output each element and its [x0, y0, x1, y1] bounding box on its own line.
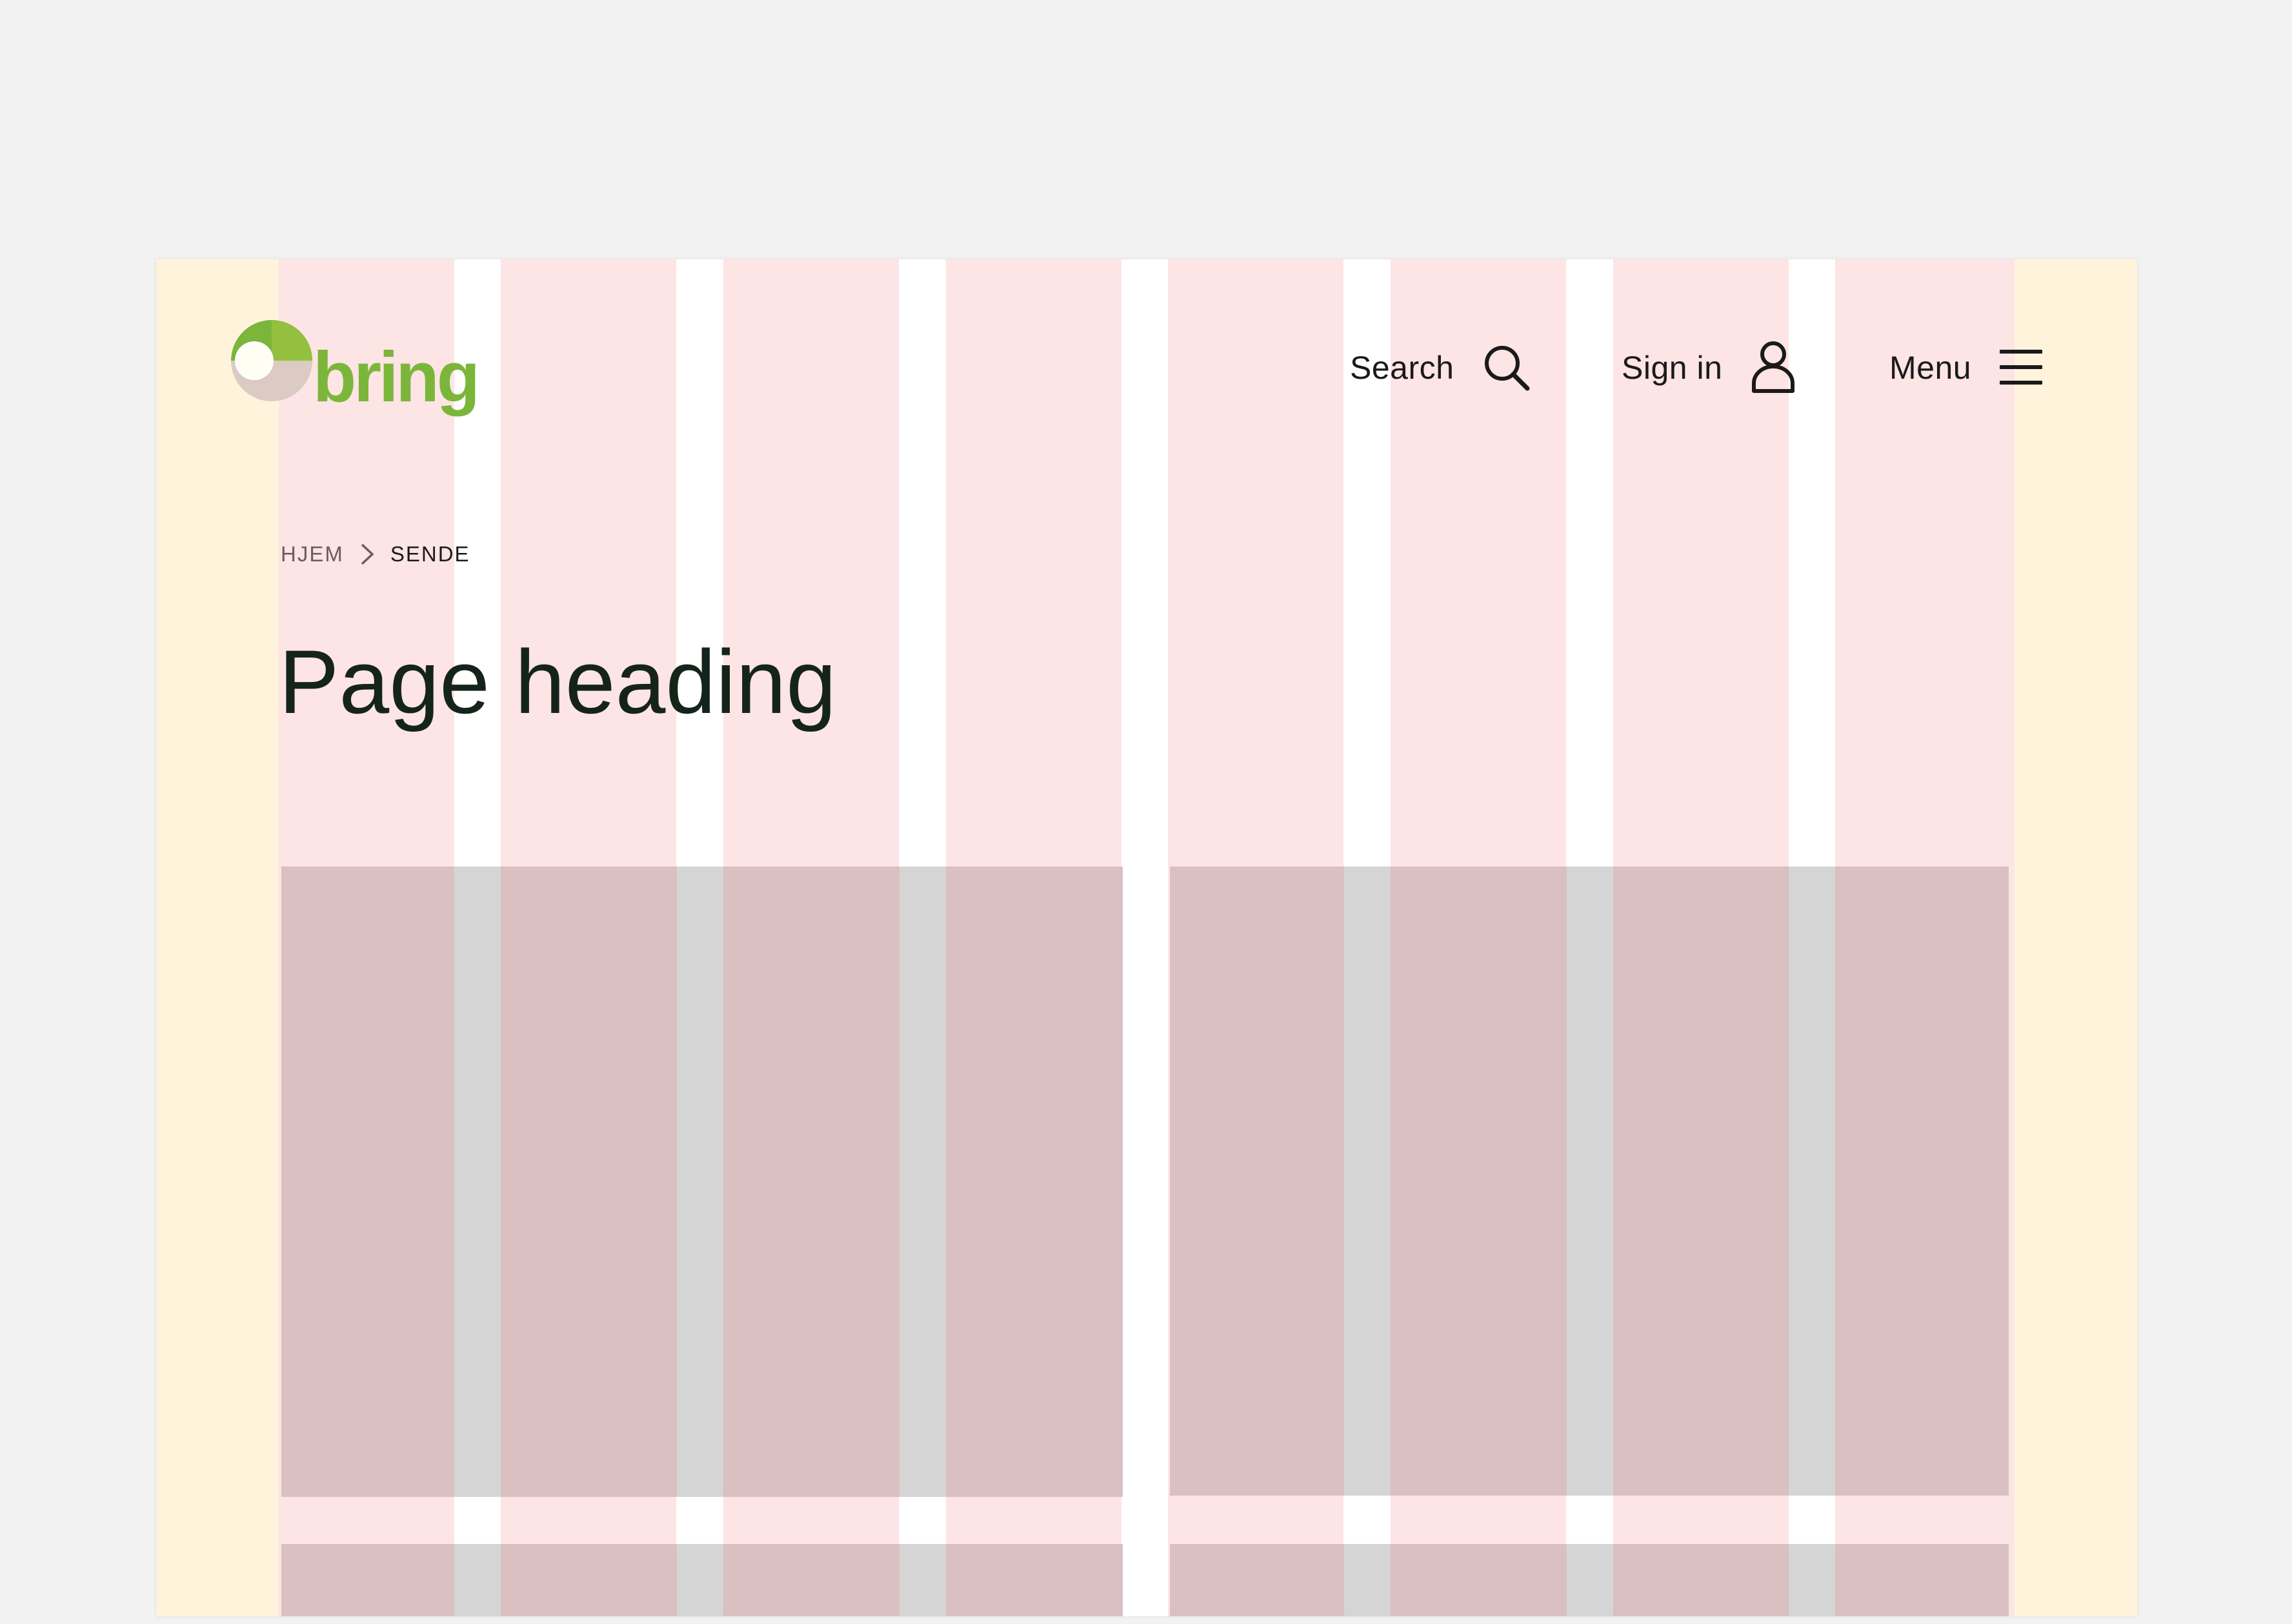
gutter-overlay [1789, 867, 1835, 1496]
search-button[interactable]: Search [1350, 336, 1531, 400]
menu-button[interactable]: Menu [1889, 336, 2044, 400]
gutter-overlay [1789, 1544, 1835, 1616]
menu-label: Menu [1889, 350, 1972, 386]
gutter-overlay [1344, 867, 1391, 1496]
search-label: Search [1350, 350, 1454, 386]
bring-logo-mark [231, 320, 312, 401]
logo-wordmark: bring [313, 337, 480, 417]
gutter-overlay [900, 1544, 946, 1616]
chevron-right-icon [361, 543, 374, 565]
grid-margin-right [2015, 259, 2137, 1616]
gutter-overlay [454, 1544, 501, 1616]
page-frame: bring Search Sign in Menu HJEM SENDE Pag… [156, 259, 2137, 1616]
gutter-overlay [900, 867, 946, 1497]
bring-logo[interactable]: bring [230, 319, 488, 422]
gutter-overlay [677, 1544, 723, 1616]
breadcrumb: HJEM SENDE [281, 542, 470, 566]
gutter-overlay [677, 867, 723, 1497]
grid-margin-left [156, 259, 279, 1616]
page-title: Page heading [279, 631, 837, 732]
sign-in-label: Sign in [1622, 350, 1723, 386]
user-icon [1752, 341, 1795, 393]
gutter-overlay [454, 867, 501, 1497]
breadcrumb-current: SENDE [390, 542, 470, 566]
hamburger-menu-icon [2000, 350, 2043, 385]
sign-in-button[interactable]: Sign in [1622, 336, 1796, 400]
gutter-overlay [1344, 1544, 1391, 1616]
breadcrumb-home-link[interactable]: HJEM [281, 542, 344, 566]
search-icon [1485, 346, 1530, 391]
gutter-overlay [1567, 867, 1613, 1496]
gutter-overlay [1567, 1544, 1613, 1616]
